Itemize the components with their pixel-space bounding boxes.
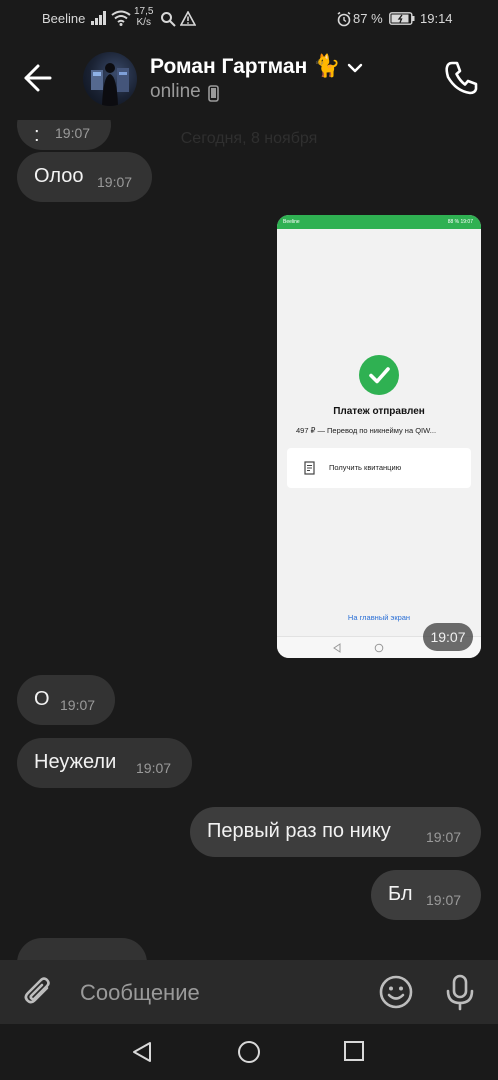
message-text: Первый раз по нику <box>207 820 391 842</box>
paperclip-icon[interactable] <box>20 974 56 1010</box>
contact-name[interactable]: Роман Гартман <box>150 55 307 79</box>
message-text: Бл <box>388 883 413 905</box>
message-bubble[interactable]: Олоо 19:07 <box>17 152 152 202</box>
avatar-image <box>91 63 129 106</box>
nav-recent-apps-icon[interactable] <box>343 1040 365 1062</box>
nav-home-icon[interactable] <box>237 1040 261 1064</box>
payment-subtitle: 497 ₽ — Перевод по никнейму на QIW... <box>296 426 437 435</box>
microphone-icon[interactable] <box>442 973 478 1011</box>
circle-home-icon <box>374 643 384 653</box>
message-time: 19:07 <box>136 760 172 776</box>
message-bubble-partial[interactable] <box>17 938 147 960</box>
network-speed: 17,5 K/s <box>134 6 154 28</box>
battery-icon <box>389 12 415 25</box>
message-time: 19:07 <box>426 892 462 908</box>
mobile-device-icon <box>208 85 219 102</box>
chevron-down-icon[interactable] <box>345 60 365 76</box>
chat-header: Роман Гартман 🐈 online <box>0 38 498 120</box>
image-status-bar: Beeline 88 % 19:07 <box>277 215 481 229</box>
success-check-icon <box>359 355 399 395</box>
status-bar: Beeline 17,5 K/s 87 % 19:14 <box>0 0 498 38</box>
payment-title: Платеж отправлен <box>333 406 425 417</box>
nav-back-icon[interactable] <box>130 1040 154 1064</box>
clock: 19:14 <box>420 11 453 26</box>
message-bubble-outgoing[interactable]: Первый раз по нику 19:07 <box>190 807 481 857</box>
online-status: online <box>150 81 201 102</box>
receipt-row: Получить квитанцию <box>287 448 471 488</box>
message-bubble[interactable]: : 19:07 <box>17 120 111 150</box>
message-text: Олоо <box>34 165 84 187</box>
image-message[interactable]: Beeline 88 % 19:07 Платеж отправлен 497 … <box>277 215 481 658</box>
avatar[interactable] <box>83 52 137 106</box>
message-time: 19:07 <box>60 697 96 713</box>
message-composer <box>0 960 498 1024</box>
wifi-icon <box>111 10 131 26</box>
message-input[interactable] <box>80 978 360 1008</box>
triangle-back-icon <box>333 643 341 653</box>
call-button[interactable] <box>440 56 482 98</box>
carrier-label: Beeline <box>42 11 86 26</box>
image-message-time: 19:07 <box>423 623 473 651</box>
message-bubble[interactable]: О 19:07 <box>17 675 115 725</box>
message-time: 19:07 <box>426 829 462 845</box>
smiley-icon[interactable] <box>378 974 414 1010</box>
alarm-icon <box>337 11 351 27</box>
warning-icon <box>180 11 196 26</box>
back-button[interactable] <box>18 60 58 96</box>
battery-percent: 87 % <box>353 11 383 26</box>
message-bubble[interactable]: Неужели 19:07 <box>17 738 192 788</box>
system-navigation-bar <box>0 1024 498 1080</box>
message-time: 19:07 <box>55 125 91 141</box>
receipt-icon <box>304 461 315 475</box>
search-icon <box>161 12 176 27</box>
message-text: Неужели <box>34 751 117 773</box>
cat-emoji: 🐈 <box>313 53 341 78</box>
home-screen-link: На главный экран <box>347 613 411 622</box>
signal-icon <box>91 11 107 25</box>
message-time: 19:07 <box>97 174 133 190</box>
message-bubble-outgoing[interactable]: Бл 19:07 <box>371 870 481 920</box>
message-list[interactable]: Сегодня, 8 ноября : 19:07 Олоо 19:07 Bee… <box>0 120 498 960</box>
message-text: : <box>34 124 40 146</box>
message-text: О <box>34 688 50 710</box>
